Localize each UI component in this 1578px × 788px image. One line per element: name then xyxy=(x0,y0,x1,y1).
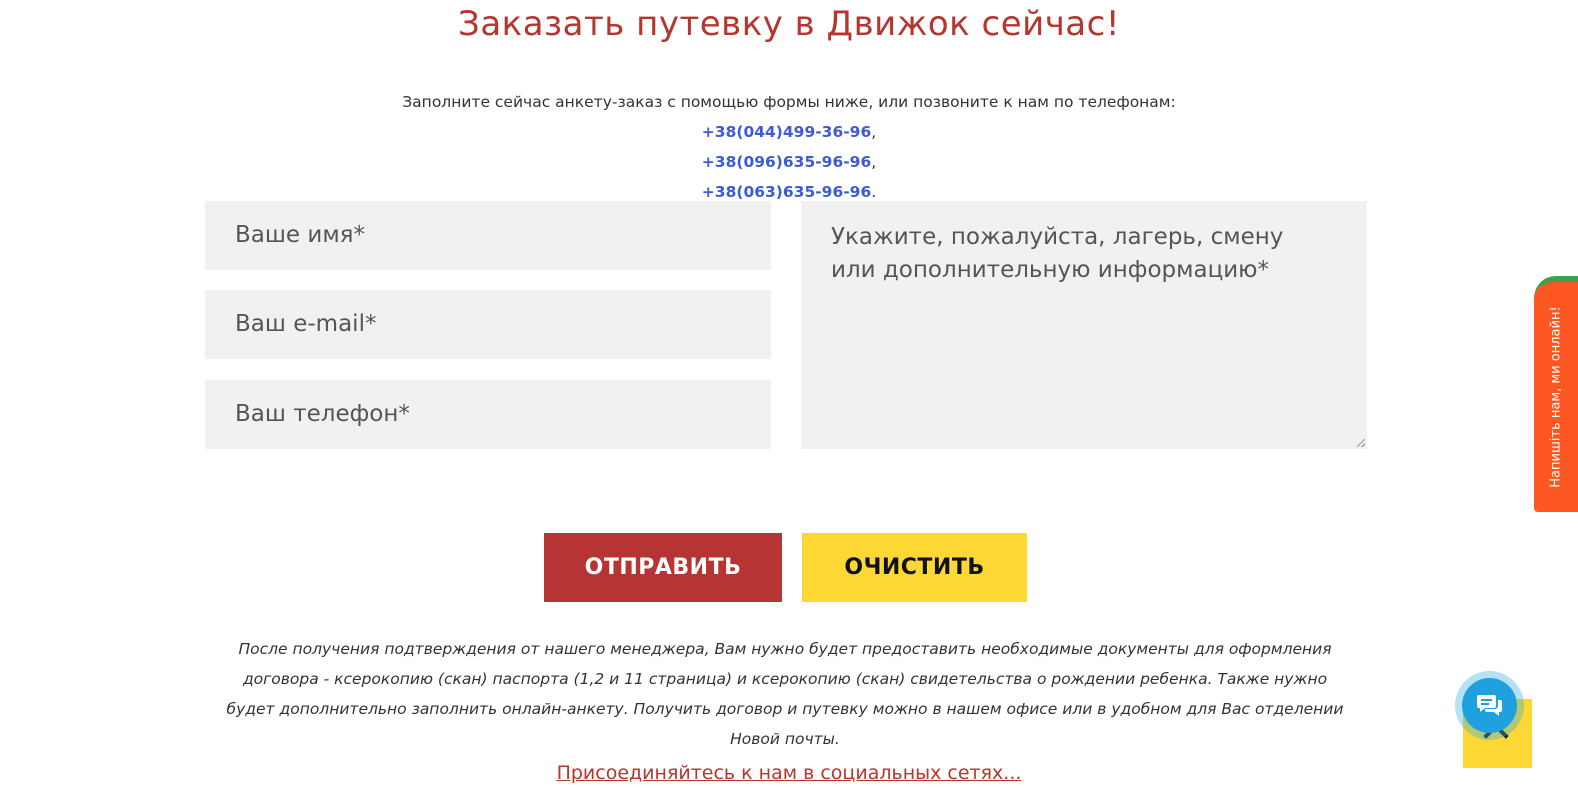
phone-sep-1: , xyxy=(871,123,877,141)
name-input[interactable]: Ваше имя* xyxy=(205,201,771,270)
email-input[interactable]: Ваш e-mail* xyxy=(205,290,771,359)
phone-link-1[interactable]: +38(044)499-36-96 xyxy=(702,123,871,141)
intro-block: Заполните сейчас анкету-заказ с помощью … xyxy=(0,87,1578,207)
resize-handle-icon[interactable] xyxy=(1357,439,1365,447)
message-textarea[interactable]: Укажите, пожалуйста, лагерь, смену или д… xyxy=(801,201,1367,449)
message-placeholder: Укажите, пожалуйста, лагерь, смену или д… xyxy=(831,224,1284,283)
intro-text: Заполните сейчас анкету-заказ с помощью … xyxy=(402,93,1176,111)
phone-line-2: +38(096)635-96-96, xyxy=(0,147,1578,177)
chat-icon xyxy=(1477,695,1502,716)
phone-link-2[interactable]: +38(096)635-96-96 xyxy=(702,153,871,171)
phone-sep-2: , xyxy=(871,153,877,171)
clear-button[interactable]: ОЧИСТИТЬ xyxy=(802,533,1027,602)
documents-note: После получения подтверждения от нашего … xyxy=(226,640,1344,748)
phone-link-3[interactable]: +38(063)635-96-96 xyxy=(702,183,871,201)
phone-input[interactable]: Ваш телефон* xyxy=(205,380,771,449)
social-link[interactable]: Присоединяйтесь к нам в социальных сетях… xyxy=(0,762,1578,784)
submit-button[interactable]: ОТПРАВИТЬ xyxy=(544,533,782,602)
online-chat-side-tab[interactable]: Напишіть нам, ми онлайн! xyxy=(1534,276,1578,512)
page-title: Заказать путевку в Движок сейчас! xyxy=(458,4,1120,44)
chat-widget-inner xyxy=(1462,678,1517,733)
phone-sep-3: . xyxy=(871,183,877,201)
side-tab-label: Напишіть нам, ми онлайн! xyxy=(1548,306,1564,488)
phone-line-1: +38(044)499-36-96, xyxy=(0,117,1578,147)
chat-widget-button[interactable] xyxy=(1455,671,1524,740)
